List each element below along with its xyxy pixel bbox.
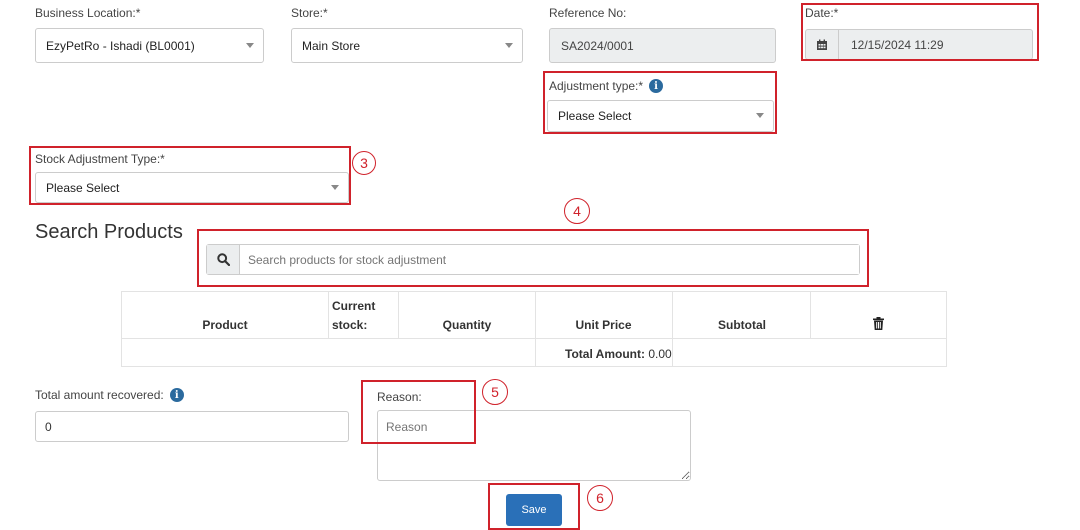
total-amount: Total Amount: 0.00 [565, 347, 672, 361]
annotation-box-save [488, 483, 580, 530]
annotation-number-6: 6 [587, 485, 613, 511]
annotation-number-4: 4 [564, 198, 590, 224]
table-divider [398, 292, 399, 338]
col-header-unit-price: Unit Price [575, 318, 632, 332]
chevron-down-icon [505, 42, 513, 48]
recovered-label-row: Total amount recovered: i [35, 388, 184, 402]
table-divider [328, 292, 329, 338]
total-amount-label: Total Amount: [565, 347, 645, 361]
trash-icon[interactable] [873, 317, 884, 333]
annotation-box-stock-adjustment-type [29, 146, 351, 205]
recovered-amount-value: 0 [45, 419, 52, 434]
table-divider [535, 292, 536, 367]
table-divider [672, 292, 673, 367]
reference-no-value: SA2024/0001 [561, 38, 634, 53]
col-header-current-stock-2: stock: [332, 318, 368, 332]
store-value: Main Store [302, 38, 361, 53]
table-divider [810, 292, 811, 338]
info-icon[interactable]: i [169, 388, 184, 402]
annotation-number-3: 3 [352, 151, 376, 175]
store-select[interactable]: Main Store [291, 28, 523, 63]
business-location-value: EzyPetRo - Ishadi (BL0001) [46, 38, 195, 53]
recovered-amount-input[interactable]: 0 [35, 411, 349, 442]
col-header-product: Product [202, 318, 248, 332]
annotation-box-search [197, 229, 869, 287]
product-table: Product Current stock: Quantity Unit Pri… [121, 291, 947, 367]
reference-no-field: SA2024/0001 [549, 28, 776, 63]
business-location-select[interactable]: EzyPetRo - Ishadi (BL0001) [35, 28, 264, 63]
reference-no-label: Reference No: [549, 6, 627, 20]
table-divider [122, 338, 946, 339]
annotation-box-reason [361, 380, 476, 444]
annotation-number-5: 5 [482, 379, 508, 405]
business-location-label: Business Location:* [35, 6, 141, 20]
recovered-label: Total amount recovered: [35, 388, 164, 402]
store-label: Store:* [291, 6, 328, 20]
annotation-box-date [801, 3, 1039, 61]
search-products-heading: Search Products [35, 221, 183, 243]
col-header-subtotal: Subtotal [718, 318, 766, 332]
chevron-down-icon [246, 42, 254, 48]
col-header-quantity: Quantity [442, 318, 492, 332]
col-header-current-stock-1: Current [332, 299, 376, 313]
total-amount-value: 0.00 [648, 347, 672, 361]
annotation-box-adjustment-type [543, 71, 777, 134]
